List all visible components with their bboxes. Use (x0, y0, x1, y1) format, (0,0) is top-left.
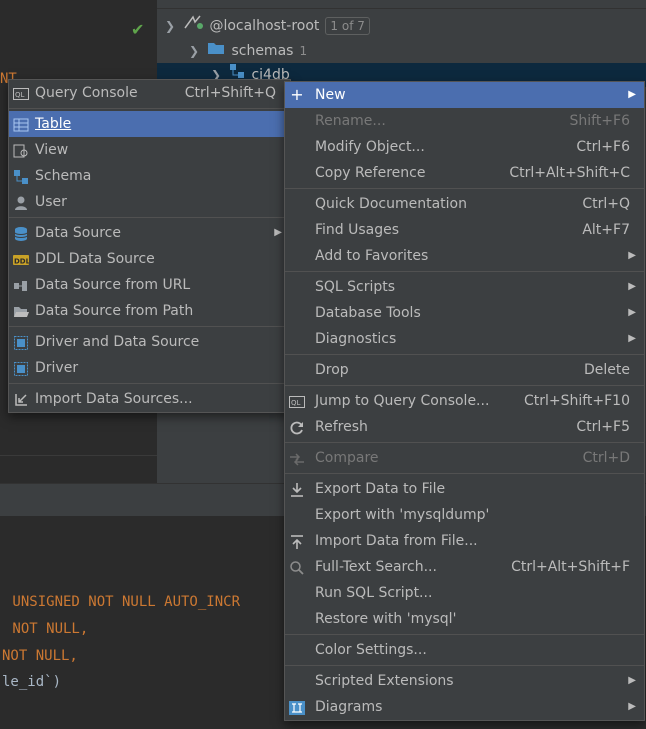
folder-icon (207, 39, 225, 63)
menu-item-modify-object[interactable]: Modify Object... Ctrl+F6 (285, 134, 644, 160)
menu-item-sql-scripts[interactable]: SQL Scripts ▶ (285, 274, 644, 300)
menu-separator (285, 473, 644, 474)
menu-separator (285, 665, 644, 666)
submenu-arrow-icon: ▶ (628, 701, 636, 712)
menu-item-run-sql-script[interactable]: Run SQL Script... (285, 580, 644, 606)
schema-icon (13, 168, 29, 184)
svg-text:QL: QL (15, 91, 25, 99)
menu-item-refresh[interactable]: Refresh Ctrl+F5 (285, 414, 644, 440)
menu-item-driver[interactable]: Driver (9, 355, 290, 381)
import-icon (13, 391, 29, 407)
menu-item-restore-mysql[interactable]: Restore with 'mysql' (285, 606, 644, 632)
tree-node-schemas[interactable]: ❯ schemas 1 (189, 39, 307, 63)
menu-separator (285, 354, 644, 355)
menu-item-driver-and-ds[interactable]: Driver and Data Source (9, 329, 290, 355)
menu-item-ds-from-url[interactable]: Data Source from URL (9, 272, 290, 298)
menu-item-export-mysqldump[interactable]: Export with 'mysqldump' (285, 502, 644, 528)
submenu-arrow-icon: ▶ (628, 281, 636, 292)
submenu-arrow-icon: ▶ (628, 250, 636, 261)
submenu-arrow-icon: ▶ (274, 227, 282, 238)
svg-text:DDL: DDL (14, 258, 29, 266)
menu-item-rename[interactable]: Rename... Shift+F6 (285, 108, 644, 134)
menu-item-ds-from-path[interactable]: Data Source from Path (9, 298, 290, 324)
console-icon: QL (289, 393, 305, 409)
menu-item-jump-to-console[interactable]: QL Jump to Query Console... Ctrl+Shift+F… (285, 388, 644, 414)
menu-item-import-ds[interactable]: Import Data Sources... (9, 386, 290, 412)
diagram-icon (289, 699, 305, 715)
compare-icon (289, 450, 305, 466)
menu-item-database-tools[interactable]: Database Tools ▶ (285, 300, 644, 326)
folder-open-icon (13, 303, 29, 319)
check-icon: ✔ (131, 20, 145, 39)
search-icon (289, 559, 305, 575)
menu-separator (9, 108, 290, 109)
menu-item-add-to-favorites[interactable]: Add to Favorites ▶ (285, 243, 644, 269)
chevron-down-icon[interactable]: ❯ (189, 39, 203, 63)
context-menu: + New ▶ Rename... Shift+F6 Modify Object… (284, 81, 645, 721)
svg-text:QL: QL (291, 399, 301, 407)
menu-item-fulltext-search[interactable]: Full-Text Search... Ctrl+Alt+Shift+F (285, 554, 644, 580)
code-line: NOT NULL, (4, 621, 89, 637)
tree-schemas-label: schemas (231, 43, 294, 59)
divider (0, 455, 157, 456)
menu-separator (285, 271, 644, 272)
ddl-icon: DDL (13, 251, 31, 267)
menu-item-table[interactable]: Table (9, 111, 290, 137)
menu-separator (285, 442, 644, 443)
menu-separator (9, 383, 290, 384)
user-icon (13, 194, 29, 210)
plus-icon: + (290, 85, 304, 104)
menu-separator (285, 385, 644, 386)
driver-icon (13, 334, 29, 350)
menu-item-diagnostics[interactable]: Diagnostics ▶ (285, 326, 644, 352)
tree-root-label: @localhost-root (209, 18, 320, 34)
menu-separator (9, 326, 290, 327)
session-badge[interactable]: 1 of 7 (325, 17, 370, 35)
menu-item-copy-reference[interactable]: Copy Reference Ctrl+Alt+Shift+C (285, 160, 644, 186)
menu-item-schema[interactable]: Schema (9, 163, 290, 189)
menu-item-export-to-file[interactable]: Export Data to File (285, 476, 644, 502)
menu-item-drop[interactable]: Drop Delete (285, 357, 644, 383)
code-line: UNSIGNED NOT NULL AUTO_INCR (4, 594, 241, 610)
database-icon (13, 225, 29, 241)
chevron-down-icon[interactable]: ❯ (165, 14, 179, 38)
refresh-icon (289, 419, 305, 435)
menu-item-compare[interactable]: Compare Ctrl+D (285, 445, 644, 471)
menu-item-ddl-data-source[interactable]: DDL DDL Data Source (9, 246, 290, 272)
submenu-arrow-icon: ▶ (628, 89, 636, 100)
menu-separator (9, 217, 290, 218)
menu-separator (285, 634, 644, 635)
datasource-icon (183, 14, 204, 38)
menu-item-find-usages[interactable]: Find Usages Alt+F7 (285, 217, 644, 243)
menu-item-query-console[interactable]: QL Query Console Ctrl+Shift+Q (9, 80, 290, 106)
code-line: le_id`) (2, 674, 62, 690)
tree-toolbar (157, 0, 646, 9)
view-icon (13, 142, 29, 158)
menu-item-color-settings[interactable]: Color Settings... (285, 637, 644, 663)
download-icon (289, 481, 305, 497)
menu-separator (285, 188, 644, 189)
console-icon: QL (13, 85, 29, 101)
menu-item-import-from-file[interactable]: Import Data from File... (285, 528, 644, 554)
menu-item-new[interactable]: + New ▶ (285, 82, 644, 108)
plug-icon (13, 277, 29, 293)
menu-item-scripted-extensions[interactable]: Scripted Extensions ▶ (285, 668, 644, 694)
menu-item-diagrams[interactable]: Diagrams ▶ (285, 694, 644, 720)
menu-item-view[interactable]: View (9, 137, 290, 163)
tree-node-root[interactable]: ❯ @localhost-root 1 of 7 (165, 14, 370, 38)
schemas-count: 1 (299, 44, 308, 58)
new-submenu: QL Query Console Ctrl+Shift+Q Table View… (8, 79, 291, 413)
upload-icon (289, 533, 305, 549)
submenu-arrow-icon: ▶ (628, 675, 636, 686)
submenu-arrow-icon: ▶ (628, 307, 636, 318)
menu-item-user[interactable]: User (9, 189, 290, 215)
menu-item-quick-documentation[interactable]: Quick Documentation Ctrl+Q (285, 191, 644, 217)
table-icon (13, 116, 29, 132)
menu-item-data-source[interactable]: Data Source ▶ (9, 220, 290, 246)
code-line: NOT NULL, (2, 648, 78, 664)
driver-icon (13, 360, 29, 376)
submenu-arrow-icon: ▶ (628, 333, 636, 344)
